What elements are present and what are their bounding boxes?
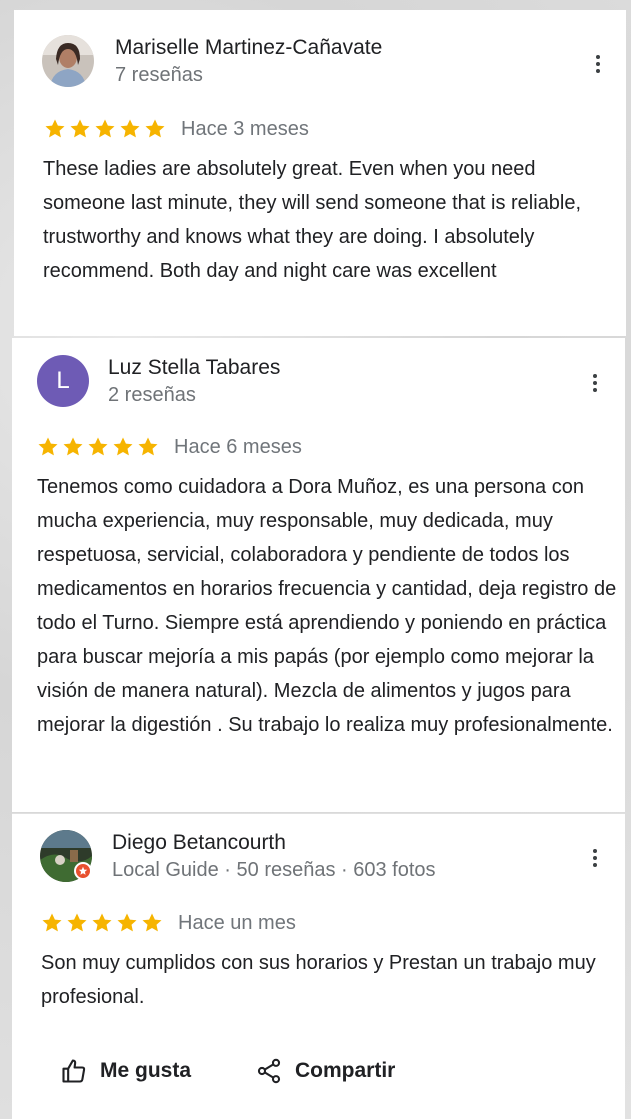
star-icon [42, 913, 62, 932]
reviewer-meta: 7 reseñas [115, 64, 203, 86]
star-icon [45, 119, 65, 138]
review-card: Mariselle Martinez-Cañavate 7 reseñas Ha… [14, 10, 626, 336]
like-button[interactable]: Me gusta [60, 1057, 191, 1085]
star-icon [142, 913, 162, 932]
star-icon [113, 437, 133, 456]
star-icon [88, 437, 108, 456]
share-icon [257, 1058, 281, 1084]
star-icon [120, 119, 140, 138]
reviewer-name[interactable]: Mariselle Martinez-Cañavate [115, 36, 382, 60]
star-icon [67, 913, 87, 932]
thumbs-up-icon [62, 1059, 86, 1083]
review-text: Son muy cumplidos con sus horarios y Pre… [41, 952, 596, 1008]
star-icon [92, 913, 112, 932]
more-options-icon[interactable] [588, 50, 608, 78]
share-button[interactable]: Compartir [255, 1057, 395, 1085]
reviewer-name[interactable]: Diego Betancourth [112, 831, 286, 855]
more-options-icon[interactable] [585, 844, 605, 872]
review-card: L Luz Stella Tabares 2 reseñas Hace 6 me… [12, 338, 625, 812]
star-icon [70, 119, 90, 138]
star-icon [145, 119, 165, 138]
rating-row: Hace 6 meses [36, 435, 302, 459]
star-rating [43, 117, 167, 141]
reviewer-avatar[interactable]: L [37, 355, 89, 407]
review-text: Tenemos como cuidadora a Dora Muñoz, es … [37, 476, 617, 736]
star-icon [63, 437, 83, 456]
share-label: Compartir [295, 1059, 396, 1082]
rating-row: Hace un mes [40, 911, 296, 935]
reviewer-meta: 2 reseñas [108, 384, 196, 406]
local-guide-badge-icon [74, 862, 92, 880]
star-icon [138, 437, 158, 456]
rating-row: Hace 3 meses [43, 117, 309, 141]
reviewer-name[interactable]: Luz Stella Tabares [108, 356, 280, 380]
star-icon [95, 119, 115, 138]
review-date: Hace 6 meses [174, 435, 302, 458]
star-icon [117, 913, 137, 932]
reviewer-avatar[interactable] [42, 35, 94, 87]
star-rating [40, 911, 164, 935]
more-options-icon[interactable] [585, 369, 605, 397]
like-label: Me gusta [100, 1059, 192, 1082]
star-rating [36, 435, 160, 459]
star-icon [38, 437, 58, 456]
review-date: Hace 3 meses [181, 117, 309, 140]
review-card: Diego Betancourth Local Guide · 50 reseñ… [12, 813, 625, 1119]
review-text: These ladies are absolutely great. Even … [43, 158, 582, 282]
review-date: Hace un mes [178, 911, 296, 934]
reviewer-meta: Local Guide · 50 reseñas · 603 fotos [112, 859, 436, 881]
